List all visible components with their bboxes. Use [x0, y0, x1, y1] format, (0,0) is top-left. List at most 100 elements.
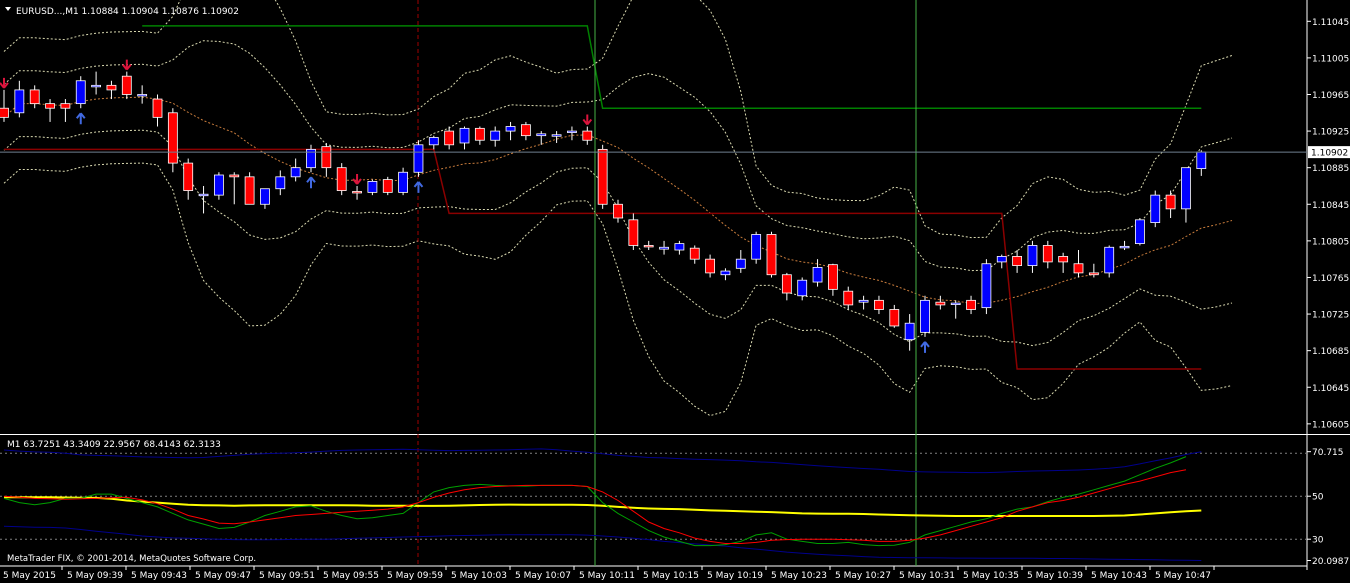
chart-title: EURUSD...,M1 1.10884 1.10904 1.10876 1.1…	[16, 7, 239, 17]
price-tick-label: 1.10845	[1312, 201, 1349, 211]
bull-candle	[674, 243, 685, 251]
price-tick-label: 1.10685	[1312, 347, 1349, 357]
bear-candle	[1088, 272, 1099, 276]
bear-candle	[689, 247, 700, 260]
bull-candle	[735, 258, 746, 269]
bull-candle	[567, 130, 577, 133]
current-price-label: 1.10902	[1311, 149, 1348, 159]
time-tick-label: 5 May 09:47	[195, 571, 251, 581]
bull-candle	[920, 299, 930, 333]
price-tick-label: 1.10605	[1312, 420, 1349, 430]
bull-candle	[1196, 151, 1207, 169]
bear-candle	[597, 148, 608, 205]
bear-candle	[613, 203, 623, 219]
bull-candle	[797, 279, 808, 297]
bear-candle	[60, 103, 71, 109]
bull-candle	[1119, 245, 1130, 249]
price-tick-label: 1.10885	[1312, 164, 1349, 174]
bear-candle	[321, 146, 332, 169]
bull-candle	[75, 80, 86, 105]
bear-candle	[0, 107, 9, 118]
time-tick-label: 5 May 10:07	[515, 571, 571, 581]
time-tick-label: 5 May 10:15	[643, 571, 699, 581]
price-tick-label: 1.10965	[1312, 91, 1349, 101]
bull-candle	[812, 267, 823, 283]
bear-candle	[889, 309, 900, 327]
bear-candle	[352, 191, 362, 194]
time-tick-label: 5 May 10:39	[1027, 571, 1083, 581]
indicator-tick-label: 30	[1312, 536, 1324, 546]
bull-candle	[398, 171, 409, 193]
bull-candle	[659, 246, 669, 250]
bear-candle	[582, 130, 593, 141]
bull-candle	[91, 84, 101, 88]
bull-candle	[290, 167, 301, 178]
time-tick-label: 5 May 09:51	[259, 571, 315, 581]
time-tick-label: 5 May 09:39	[67, 571, 123, 581]
bear-candle	[183, 162, 194, 191]
bear-candle	[1073, 263, 1084, 274]
bear-candle	[874, 299, 884, 310]
time-tick-label: 5 May 10:23	[771, 571, 827, 581]
bull-candle	[260, 188, 270, 205]
bull-candle	[459, 127, 470, 144]
indicator-header: M1 63.7251 43.3409 22.9567 68.4143 62.31…	[7, 440, 221, 450]
bull-candle	[367, 181, 378, 193]
bull-candle	[490, 130, 501, 141]
bull-candle	[505, 126, 516, 132]
bear-candle	[444, 130, 455, 146]
bear-candle	[828, 264, 838, 290]
bear-candle	[643, 245, 654, 248]
indicator-tick-label: 20.0987	[1312, 557, 1349, 567]
bear-candle	[382, 179, 393, 193]
bull-candle	[14, 89, 25, 114]
bear-candle	[1058, 256, 1069, 263]
bear-candle	[781, 274, 792, 294]
bull-candle	[981, 263, 992, 309]
bear-candle	[229, 174, 240, 178]
bear-candle	[628, 219, 639, 246]
bear-candle	[705, 258, 715, 274]
bear-candle	[474, 127, 485, 141]
bull-candle	[1135, 219, 1145, 245]
bull-candle	[950, 302, 961, 305]
bull-candle	[1181, 167, 1191, 210]
time-tick-label: 5 May 09:43	[131, 571, 187, 581]
bear-candle	[121, 75, 132, 95]
time-tick-label: 5 May 10:43	[1091, 571, 1147, 581]
bull-candle	[413, 144, 424, 173]
bear-candle	[843, 290, 854, 306]
bear-candle	[336, 167, 347, 191]
time-tick-label: 5 May 2015	[3, 571, 56, 581]
bull-candle	[1027, 245, 1038, 266]
time-tick-label: 5 May 09:59	[387, 571, 443, 581]
bull-candle	[1104, 246, 1115, 274]
bull-candle	[1150, 194, 1161, 223]
time-tick-label: 5 May 10:11	[579, 571, 635, 581]
bull-candle	[904, 322, 915, 341]
indicator-tick-label: 70.715	[1312, 448, 1344, 458]
bull-candle	[996, 256, 1007, 263]
price-tick-label: 1.11045	[1312, 18, 1349, 28]
bear-candle	[167, 112, 178, 164]
time-tick-label: 5 May 10:03	[451, 571, 507, 581]
bear-candle	[152, 98, 163, 118]
bear-candle	[29, 89, 40, 105]
bear-candle	[1012, 256, 1022, 266]
chart-canvas[interactable]: 1.11045 1.11005 1.10965 1.10925 1.10885 1.108…	[0, 0, 1350, 583]
bear-candle	[935, 301, 946, 306]
bull-candle	[536, 133, 547, 137]
price-tick-label: 1.10645	[1312, 384, 1349, 394]
time-tick-label: 5 May 10:19	[707, 571, 763, 581]
bull-candle	[275, 176, 286, 190]
bear-candle	[766, 234, 777, 276]
bear-candle	[1042, 245, 1053, 263]
bull-candle	[198, 193, 209, 197]
time-tick-label: 5 May 10:47	[1155, 571, 1211, 581]
bull-candle	[720, 270, 731, 276]
price-tick-label: 1.11005	[1312, 54, 1349, 64]
bear-candle	[521, 124, 531, 137]
time-tick-label: 5 May 10:27	[835, 571, 891, 581]
bull-candle	[551, 134, 562, 137]
bear-candle	[966, 299, 976, 310]
